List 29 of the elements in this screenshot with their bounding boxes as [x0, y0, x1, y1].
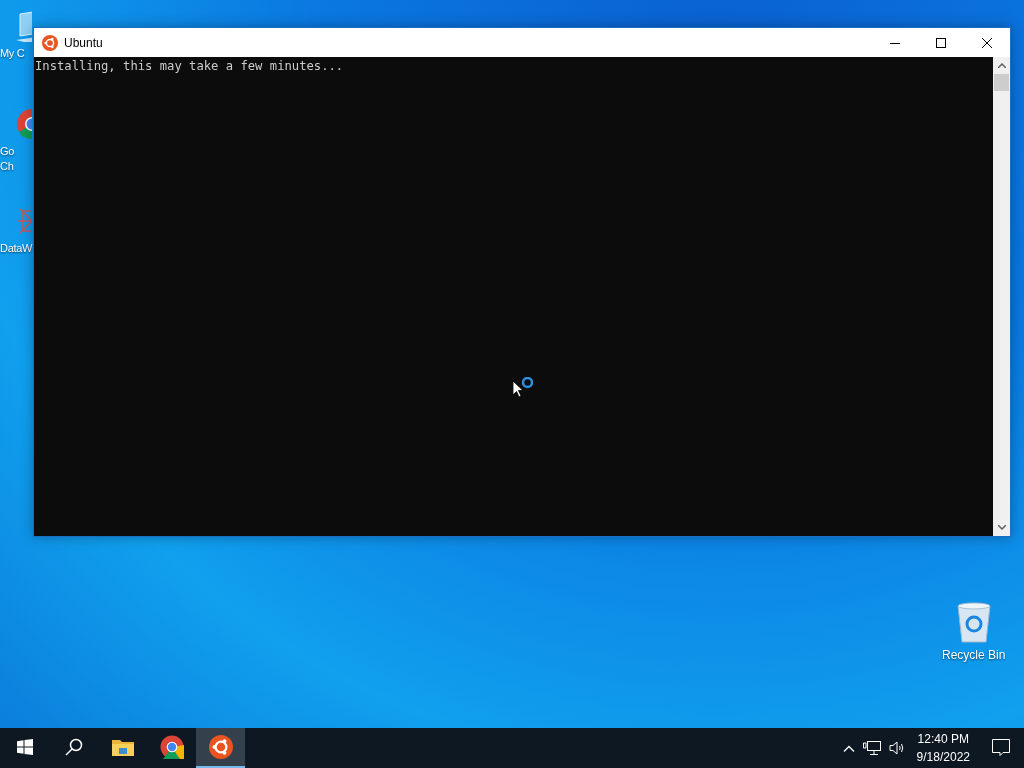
speaker-icon — [888, 740, 905, 756]
icon-label: Go — [0, 144, 15, 159]
scrollbar[interactable] — [993, 57, 1010, 536]
icon-label: Ch — [0, 159, 14, 174]
icon-label: Recycle Bin — [942, 648, 1006, 663]
busy-cursor-icon — [513, 377, 535, 399]
ubuntu-logo-icon — [208, 735, 233, 759]
clock-time: 12:40 PM — [916, 731, 970, 748]
windows-logo-icon — [16, 739, 33, 755]
scrollbar-thumb[interactable] — [994, 74, 1009, 91]
scroll-up-icon[interactable] — [997, 63, 1006, 68]
chevron-up-icon — [842, 744, 855, 752]
icon-label: My C — [0, 46, 25, 61]
window-title: Ubuntu — [64, 34, 103, 52]
scroll-down-icon[interactable] — [997, 525, 1006, 530]
clock[interactable]: 12:40 PM 9/18/2022 — [908, 730, 978, 766]
folder-icon — [111, 738, 134, 756]
console-text: Installing, this may take a few minutes... — [35, 58, 344, 74]
network-icon — [862, 740, 881, 756]
search-icon — [64, 738, 83, 756]
close-icon — [982, 37, 992, 48]
ubuntu-button[interactable] — [196, 728, 245, 768]
ubuntu-logo-icon — [42, 34, 58, 51]
speech-bubble-icon — [992, 739, 1010, 757]
icon-label: DataW — [0, 241, 33, 256]
computer-icon[interactable] — [16, 10, 32, 42]
maximize-icon — [936, 37, 946, 48]
browser-icon — [159, 735, 184, 759]
clock-date: 9/18/2022 — [916, 749, 970, 766]
